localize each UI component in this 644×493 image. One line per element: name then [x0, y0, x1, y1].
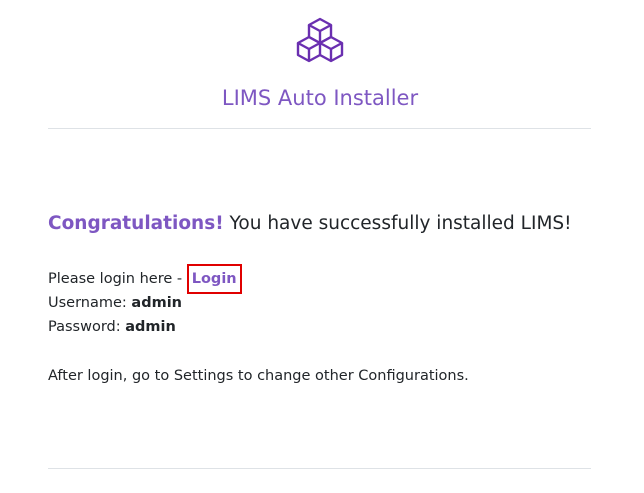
login-link[interactable]: Login — [186, 264, 242, 294]
after-login-note: After login, go to Settings to change ot… — [48, 368, 469, 384]
success-message: Congratulations! You have successfully i… — [48, 211, 572, 237]
username-line: Username: admin — [48, 293, 182, 313]
congrats-label: Congratulations! — [48, 213, 224, 234]
login-line: Please login here - Login — [48, 264, 242, 294]
cubes-icon — [296, 17, 344, 63]
username-value: admin — [131, 295, 182, 311]
password-label: Password: — [48, 319, 126, 335]
password-line: Password: admin — [48, 317, 176, 337]
installer-page: LIMS Auto Installer Congratulations! You… — [0, 0, 644, 493]
footer-divider — [48, 468, 591, 469]
password-value: admin — [125, 319, 176, 335]
header-divider — [48, 128, 591, 129]
congrats-text: You have successfully installed LIMS! — [223, 213, 572, 234]
login-prefix: Please login here - — [48, 271, 187, 287]
username-label: Username: — [48, 295, 132, 311]
app-title: LIMS Auto Installer — [221, 86, 419, 110]
